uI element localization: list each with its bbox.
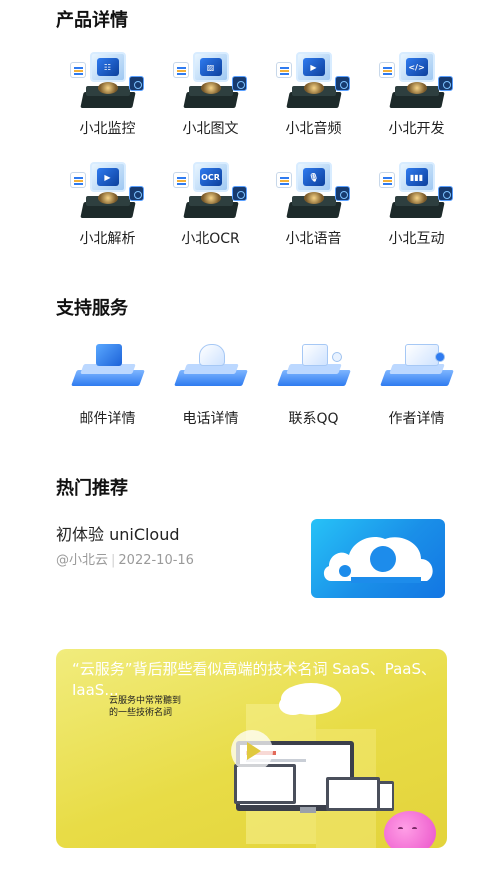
unicloud-logo-icon: [323, 536, 433, 583]
image-text-icon: ▨: [171, 52, 251, 114]
product-label: 小北互动: [388, 231, 445, 247]
article-thumbnail: [311, 519, 445, 598]
service-item-qq[interactable]: 联系QQ: [262, 336, 365, 428]
author-icon: [377, 336, 457, 398]
article-date: 2022-10-16: [118, 553, 194, 568]
service-label: 联系QQ: [288, 411, 339, 427]
product-item-parse[interactable]: ▶ 小北解析: [56, 162, 159, 248]
product-item-voice[interactable]: 🎙 小北语音: [262, 162, 365, 248]
voice-icon: 🎙: [274, 162, 354, 224]
interact-icon: ▮▮▮: [377, 162, 457, 224]
dev-icon: </>: [377, 52, 457, 114]
product-item-dev[interactable]: </> 小北开发: [365, 52, 468, 138]
product-label: 小北解析: [79, 231, 136, 247]
article-card[interactable]: 初体验 uniCloud @小北云 | 2022-10-16: [56, 519, 445, 599]
product-label: 小北音频: [285, 121, 342, 137]
product-grid: ☷ 小北监控 ▨ 小北图文 ▶ 小北音频 </> 小北开发 ▶ 小北解析 OCR…: [56, 52, 468, 248]
service-label: 电话详情: [182, 411, 239, 427]
qq-icon: [274, 336, 354, 398]
product-label: 小北语音: [285, 231, 342, 247]
article-author: @小北云: [56, 553, 109, 568]
section-title-products: 产品详情: [56, 10, 128, 31]
product-label: 小北监控: [79, 121, 136, 137]
product-label: 小北图文: [182, 121, 239, 137]
parse-icon: ▶: [68, 162, 148, 224]
promo-banner[interactable]: “云服务”背后那些看似高端的技术名词 SaaS、PaaS、IaaS... 云服务…: [56, 649, 447, 848]
service-item-author[interactable]: 作者详情: [365, 336, 468, 428]
product-item-interact[interactable]: ▮▮▮ 小北互动: [365, 162, 468, 248]
ocr-icon: OCR: [171, 162, 251, 224]
service-label: 邮件详情: [79, 411, 136, 427]
product-label: 小北OCR: [181, 231, 240, 247]
service-item-mail[interactable]: 邮件详情: [56, 336, 159, 428]
product-item-monitor[interactable]: ☷ 小北监控: [56, 52, 159, 138]
mail-icon: [68, 336, 148, 398]
service-grid: 邮件详情 电话详情 联系QQ 作者详情: [56, 336, 468, 428]
play-icon[interactable]: [231, 730, 273, 772]
section-title-hot: 热门推荐: [56, 478, 128, 499]
product-label: 小北开发: [388, 121, 445, 137]
product-item-audio[interactable]: ▶ 小北音频: [262, 52, 365, 138]
product-item-image-text[interactable]: ▨ 小北图文: [159, 52, 262, 138]
phone-icon: [171, 336, 251, 398]
service-label: 作者详情: [388, 411, 445, 427]
monitor-icon: ☷: [68, 52, 148, 114]
mascot-icon: [384, 811, 436, 848]
section-title-services: 支持服务: [56, 298, 128, 319]
product-item-ocr[interactable]: OCR 小北OCR: [159, 162, 262, 248]
service-item-phone[interactable]: 电话详情: [159, 336, 262, 428]
audio-icon: ▶: [274, 52, 354, 114]
article-meta: @小北云 | 2022-10-16: [56, 553, 194, 568]
banner-subtitle: 云服务中常常聽到的一些技術名詞: [109, 696, 182, 718]
article-title: 初体验 uniCloud: [56, 525, 180, 544]
